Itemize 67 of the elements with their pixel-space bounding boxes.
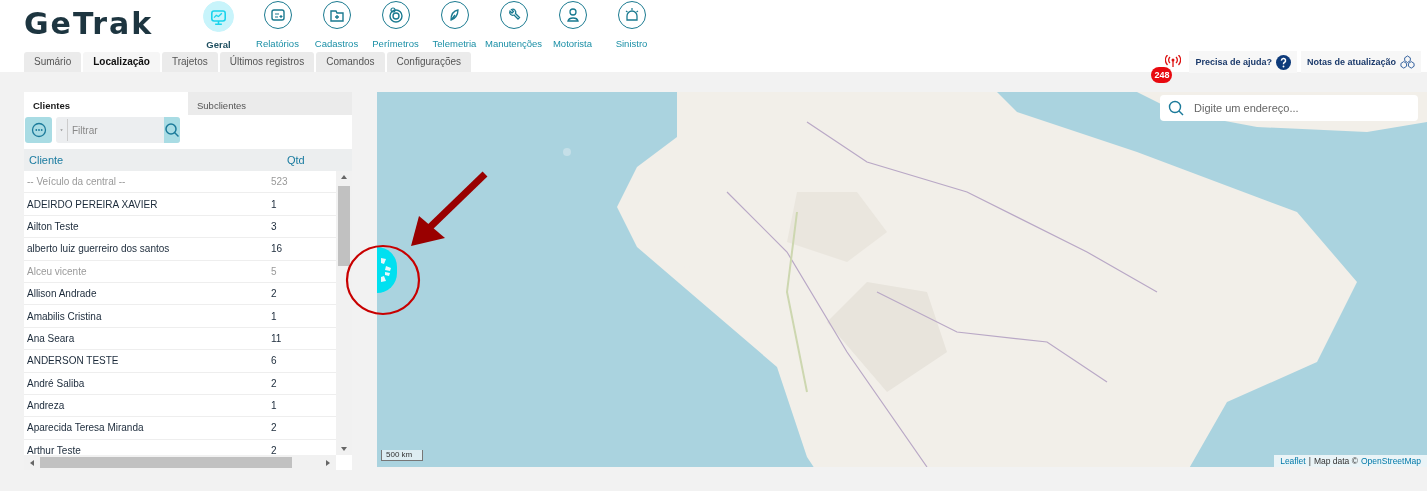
client-name-cell-text: Andreza (26, 400, 66, 412)
attribution-link[interactable]: OpenStreetMap (1361, 456, 1421, 466)
segments-icon (379, 255, 393, 285)
nav-item[interactable]: Manutenções (484, 0, 543, 50)
tab[interactable]: Configurações (386, 52, 472, 72)
tab[interactable]: Localização (83, 52, 160, 72)
tab[interactable]: Últimos registros (219, 52, 315, 72)
tab[interactable]: Comandos (316, 52, 385, 72)
quantity-cell-text: 1 (271, 400, 278, 412)
client-name-cell-text: Alceu vicente (26, 265, 88, 277)
antenna-icon[interactable] (1165, 55, 1182, 67)
client-name-cell-text: Allison Andrade (26, 288, 98, 300)
tab[interactable]: Trajetos (161, 52, 218, 72)
attribution-text: | (1308, 456, 1311, 466)
quantity-cell-text: 1 (271, 198, 278, 210)
nav-item[interactable]: Motorista (543, 0, 602, 50)
scroll-thumb[interactable] (338, 186, 350, 266)
help-button[interactable]: Precisa de ajuda? (1189, 51, 1297, 73)
panel-tab[interactable]: Clientes (24, 92, 188, 115)
client-name-cell-text: ADEIRDO PEREIRA XAVIER (26, 198, 159, 210)
options-button[interactable] (25, 117, 52, 143)
quantity-cell-text: 6 (271, 355, 278, 367)
search-icon (1168, 100, 1184, 116)
search-button[interactable] (164, 117, 180, 143)
logo: GeTrak (24, 6, 155, 41)
client-name-cell-text: Arthur Teste (26, 444, 82, 455)
nav-icon (203, 1, 234, 32)
quantity-cell-text: 16 (271, 243, 284, 255)
quantity-cell-text: 2 (271, 377, 278, 389)
client-name-cell-text: Aparecida Teresa Miranda (26, 422, 145, 434)
quantity-cell-text: 2 (271, 288, 278, 300)
help-icon (1275, 54, 1291, 70)
client-name-cell-text: alberto luiz guerreiro dos santos (26, 243, 171, 255)
quantity-cell-text: 523 (271, 176, 289, 188)
release-notes-button[interactable]: Notas de atualização (1300, 51, 1421, 73)
quantity-cell-text: 2 (271, 444, 278, 455)
quantity-cell-text: 2 (271, 422, 278, 434)
client-name-cell-text: Ailton Teste (26, 220, 80, 232)
quantity-cell-text: 11 (271, 332, 283, 344)
nav-item[interactable]: Relatórios (248, 0, 307, 50)
nav-item[interactable]: Sinistro (602, 0, 661, 50)
nav-item[interactable]: Cadastros (307, 0, 366, 50)
panel-tab[interactable]: Subclientes (188, 92, 352, 115)
quantity-cell-text: 5 (271, 265, 278, 277)
client-name-cell-text: -- Veículo da central -- (26, 176, 127, 188)
quantity-cell-text: 3 (271, 220, 278, 232)
attribution-link[interactable]: Leaflet (1280, 456, 1306, 466)
attribution-text: Map data © (1313, 456, 1358, 466)
filter-field[interactable]: Filtrar (56, 117, 180, 143)
quantity-cell-text: 1 (271, 310, 278, 322)
column-header[interactable]: Cliente (24, 154, 287, 166)
address-search-field[interactable]: Digite um endereço... (1160, 95, 1418, 121)
client-name-cell-text: Amabilis Cristina (26, 310, 103, 322)
nav-item[interactable]: Telemetria (425, 0, 484, 50)
more-icon (30, 122, 47, 138)
client-name-cell-text: ANDERSON TESTE (26, 355, 120, 367)
scroll-thumb[interactable] (40, 457, 292, 468)
client-name-cell-text: André Saliba (26, 377, 86, 389)
nav-item[interactable]: Perímetros (366, 0, 425, 50)
column-header[interactable]: Qtd (287, 154, 352, 166)
search-icon (164, 122, 180, 138)
scale-bar: 500 km (381, 450, 423, 461)
tab[interactable]: Sumário (24, 52, 82, 72)
alert-count-badge: 248 (1151, 67, 1173, 83)
client-name-cell-text: Ana Seara (26, 332, 76, 344)
boxes-icon (1400, 54, 1415, 70)
nav-item[interactable]: Geral (189, 0, 248, 50)
